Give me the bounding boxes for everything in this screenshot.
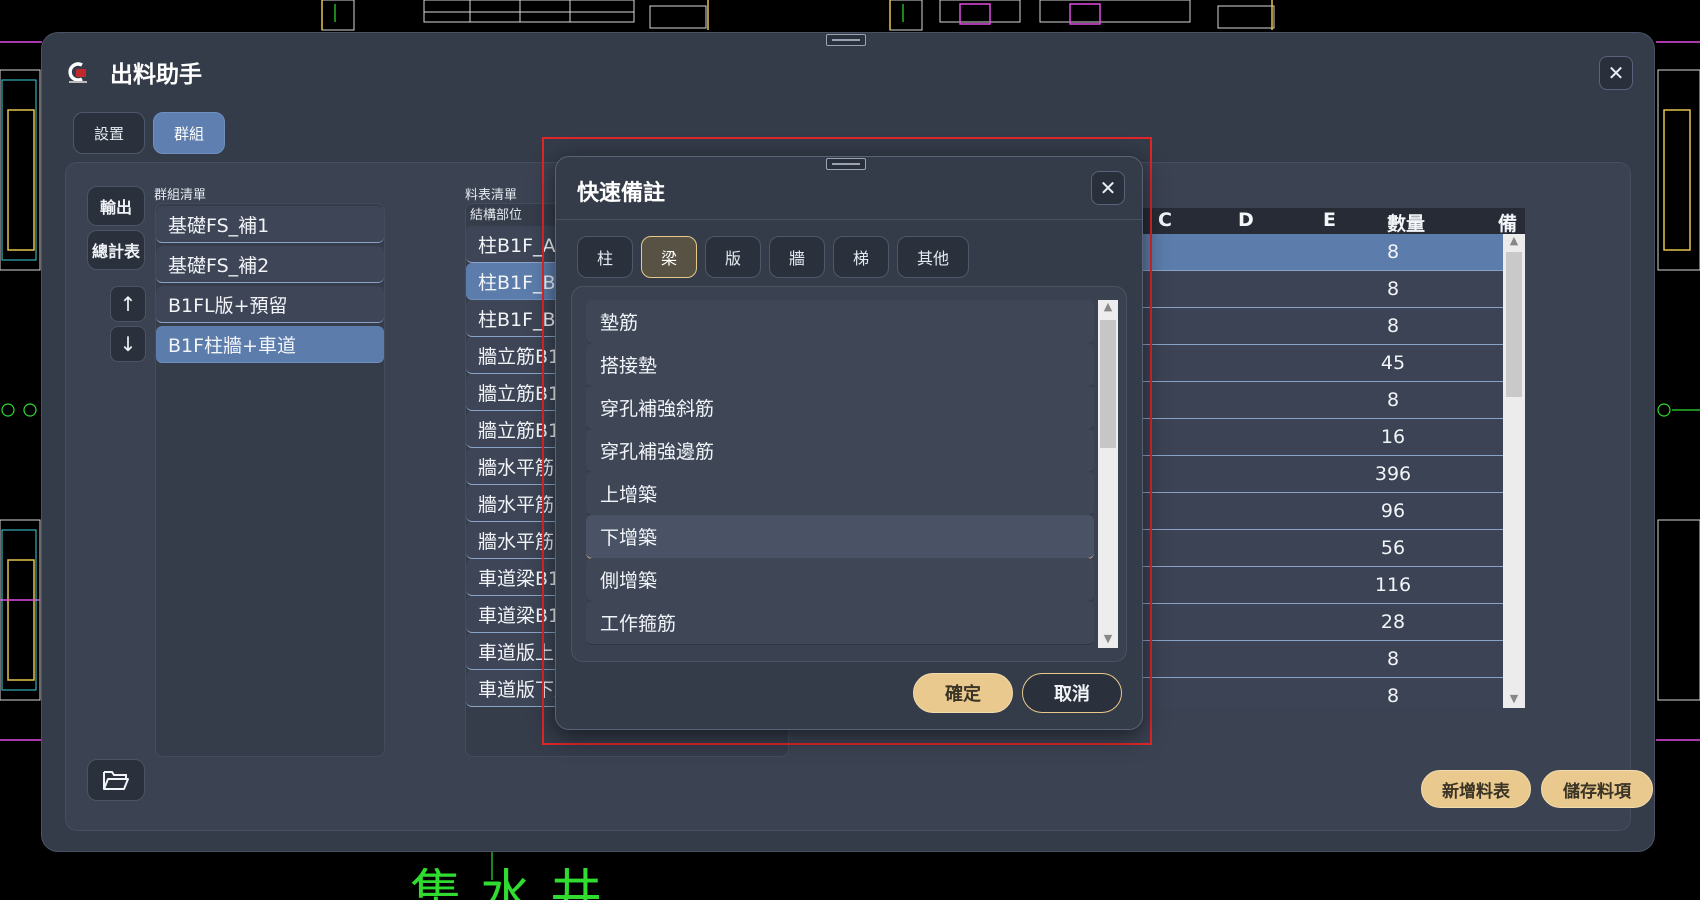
group-list-item[interactable]: 基礎FS_補1 (156, 206, 384, 243)
group-list-header: 群組清單 (154, 188, 207, 203)
tab-settings[interactable]: 設置 (73, 112, 146, 154)
remark-list: 墊筋 搭接墊 穿孔補強斜筋 穿孔補強邊筋 上增築 下增築 側增築 工作箍筋 (586, 300, 1094, 648)
cad-text-label: 集水井 (410, 865, 621, 900)
remark-scroll-thumb[interactable] (1100, 320, 1116, 448)
scroll-up-icon[interactable]: ▲ (1503, 234, 1525, 250)
column-header-d: D (1238, 209, 1254, 231)
close-icon: ✕ (1099, 176, 1117, 200)
open-folder-button[interactable] (87, 759, 145, 801)
category-chip-other[interactable]: 其他 (897, 236, 969, 278)
sheet-list-subheader: 結構部位 (470, 208, 523, 223)
summary-table-button[interactable]: 總計表 (87, 230, 145, 270)
dialog-close-button[interactable]: ✕ (1091, 171, 1125, 205)
group-list-item[interactable]: 基礎FS_補2 (156, 246, 384, 283)
move-up-button[interactable]: ↑ (110, 286, 146, 322)
remark-item[interactable]: 側增築 (586, 558, 1094, 602)
scroll-down-icon[interactable]: ▼ (1503, 692, 1525, 708)
arrow-down-icon: ↓ (119, 332, 137, 356)
arrow-up-icon: ↑ (119, 292, 137, 316)
tab-groups[interactable]: 群組 (153, 112, 226, 154)
category-chip-column[interactable]: 柱 (577, 236, 633, 278)
remark-item[interactable]: 上增築 (586, 472, 1094, 516)
new-sheet-button[interactable]: 新增料表 (1421, 770, 1531, 808)
save-item-button[interactable]: 儲存料項 (1541, 770, 1653, 808)
remark-list-panel: 墊筋 搭接墊 穿孔補強斜筋 穿孔補強邊筋 上增築 下增築 側增築 工作箍筋 ▲ ▼ (571, 286, 1127, 662)
remark-item[interactable]: 穿孔補強邊筋 (586, 429, 1094, 473)
window-drag-handle[interactable] (826, 34, 866, 46)
category-chip-stair[interactable]: 梯 (833, 236, 889, 278)
move-down-button[interactable]: ↓ (110, 326, 146, 362)
remark-item[interactable]: 工作箍筋 (586, 601, 1094, 645)
table-scroll-thumb[interactable] (1506, 252, 1522, 397)
close-icon: ✕ (1607, 61, 1625, 85)
scroll-up-icon[interactable]: ▲ (1098, 300, 1118, 316)
category-chip-wall[interactable]: 牆 (769, 236, 825, 278)
group-list-item[interactable]: B1FL版+預留 (156, 286, 384, 323)
app-logo-icon (68, 62, 87, 83)
group-list-item-selected[interactable]: B1F柱牆+車道 (156, 326, 384, 363)
column-header-e: E (1323, 209, 1336, 231)
dialog-drag-handle[interactable] (826, 158, 866, 170)
cancel-button[interactable]: 取消 (1022, 673, 1122, 713)
remark-item[interactable]: 搭接墊 (586, 343, 1094, 387)
category-chip-row: 柱 梁 版 牆 梯 其他 (577, 236, 969, 278)
category-chip-slab[interactable]: 版 (705, 236, 761, 278)
folder-open-icon (103, 771, 129, 790)
remark-item-hovered[interactable]: 下增築 (586, 515, 1094, 559)
export-button[interactable]: 輸出 (87, 186, 145, 226)
scroll-down-icon[interactable]: ▼ (1098, 632, 1118, 648)
remark-item[interactable]: 墊筋 (586, 300, 1094, 344)
remark-scrollbar[interactable]: ▲ ▼ (1098, 300, 1118, 648)
confirm-button[interactable]: 確定 (913, 673, 1013, 713)
quick-remark-dialog: 快速備註 ✕ 柱 梁 版 牆 梯 其他 墊筋 搭接墊 穿孔補強斜筋 穿孔補強邊筋 上增築… (555, 156, 1143, 730)
table-scrollbar[interactable]: ▲ ▼ (1503, 234, 1525, 708)
dialog-divider (556, 219, 1142, 220)
column-header-c: C (1158, 209, 1172, 231)
tab-bar: 設置 群組 (73, 112, 226, 154)
dialog-title: 快速備註 (577, 181, 666, 206)
category-chip-beam[interactable]: 梁 (641, 236, 697, 278)
sheet-list-header: 料表清單 (465, 188, 518, 203)
column-header-quantity: 數量 (1387, 213, 1426, 235)
window-close-button[interactable]: ✕ (1599, 56, 1633, 90)
group-list: 基礎FS_補1 基礎FS_補2 B1FL版+預留 B1F柱牆+車道 (155, 203, 385, 757)
app-title: 出料助手 (110, 62, 202, 88)
remark-item[interactable]: 穿孔補強斜筋 (586, 386, 1094, 430)
